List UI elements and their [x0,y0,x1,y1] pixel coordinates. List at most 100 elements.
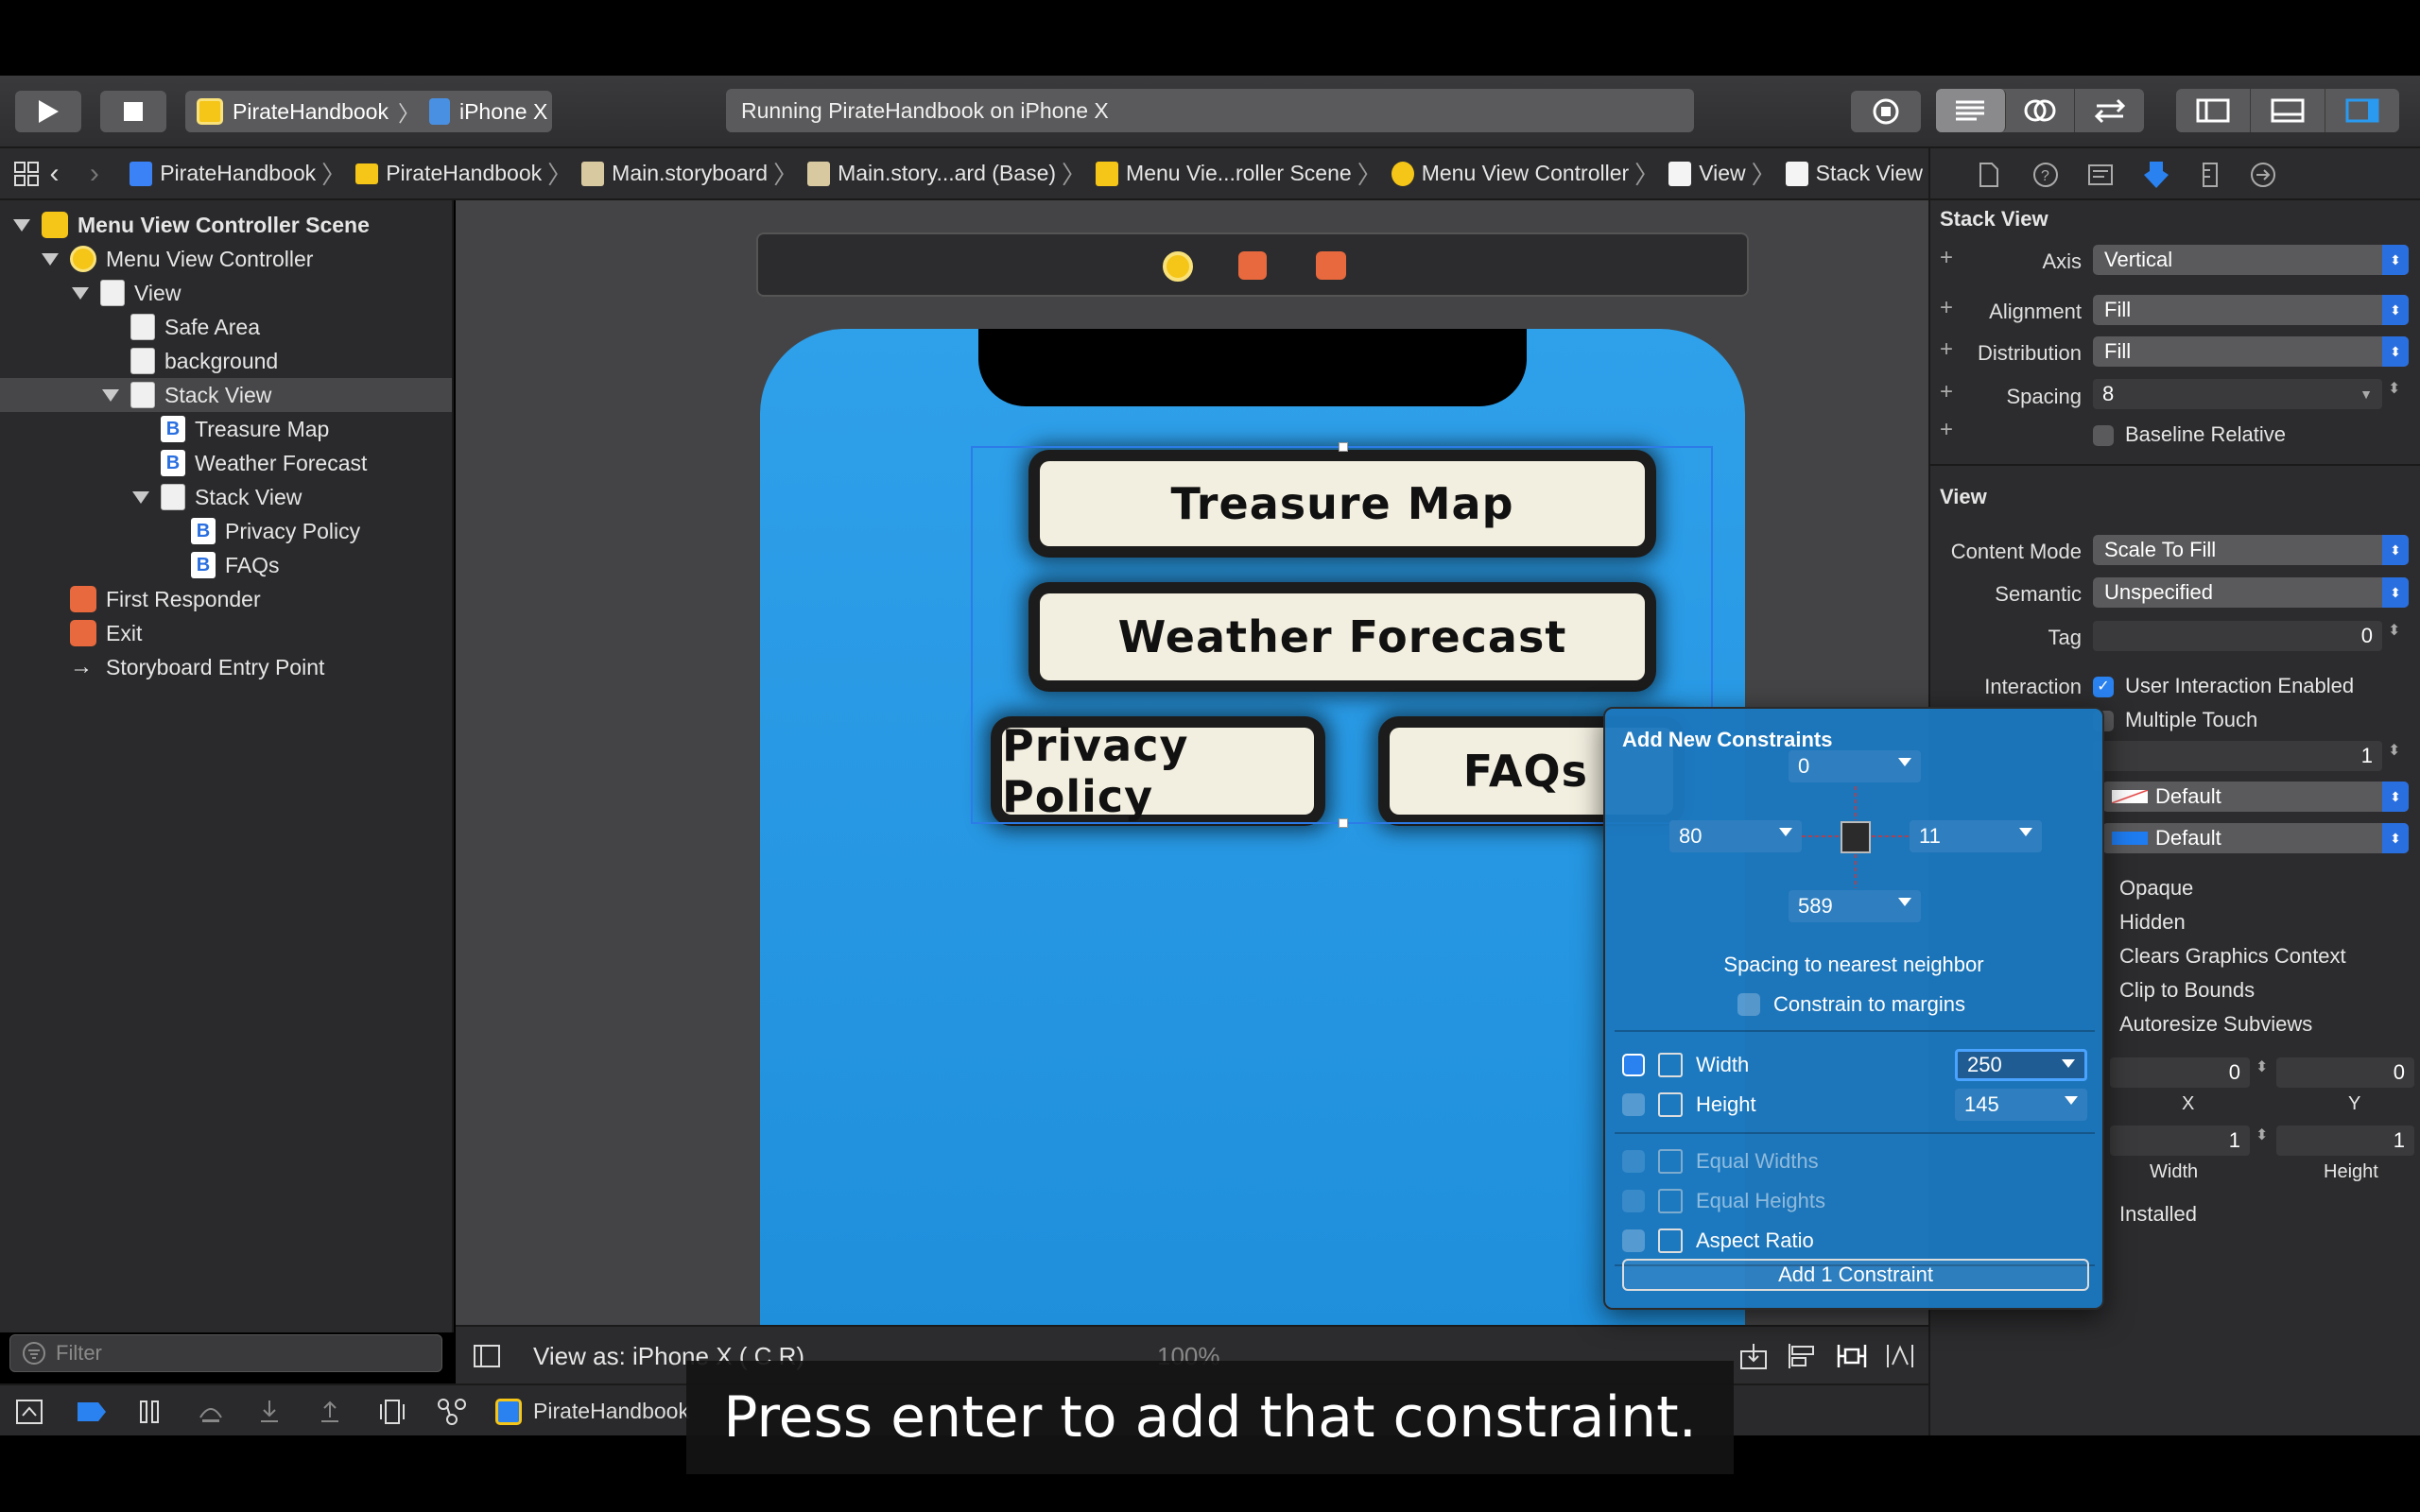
exit-icon[interactable] [1316,251,1346,280]
height-value-field[interactable]: 145 [1955,1089,2087,1121]
outline-row-menu-view-controller[interactable]: Menu View Controller [0,242,452,276]
resize-handle[interactable] [1339,818,1348,828]
outline-filter[interactable]: Filter [9,1334,442,1372]
related-items-button[interactable] [13,161,50,187]
embed-in-icon[interactable] [1739,1342,1768,1370]
outline-row-treasure-map[interactable]: B Treasure Map [0,412,452,446]
back-button[interactable]: ‹ [50,158,90,190]
plus-icon[interactable]: + [1940,417,1953,443]
disclosure-triangle-icon[interactable] [72,286,89,300]
stepper[interactable]: ⬍ [2256,1057,2268,1076]
step-into-icon[interactable] [257,1399,282,1425]
step-over-icon[interactable] [197,1399,225,1425]
autoresize-checkbox[interactable]: Autoresize Subviews [2119,1012,2312,1037]
multiple-touch-checkbox[interactable]: Multiple Touch [2093,708,2257,732]
breadcrumb-storyboard-base[interactable]: Main.story...ard (Base) [807,161,1056,186]
identity-inspector-icon[interactable] [2087,162,2114,188]
stretch-height-field[interactable]: 1 [2276,1125,2414,1156]
outline-row-view[interactable]: View [0,276,452,310]
outline-row-scene[interactable]: Menu View Controller Scene [0,208,452,242]
outline-row-stack-view[interactable]: Stack View [0,378,452,412]
resolve-issues-icon[interactable] [1885,1342,1915,1370]
alignment-select[interactable]: Fill ⬍ [2093,295,2409,325]
width-value-field[interactable]: 250 [1955,1049,2087,1081]
spacing-field[interactable]: 8 ▼ [2093,379,2382,409]
checkmark-icon[interactable]: ✓ [2093,677,2114,698]
checkbox[interactable] [1737,993,1760,1016]
connections-inspector-icon[interactable] [2250,162,2276,188]
forward-button[interactable]: › [90,158,130,190]
breakpoints-icon[interactable] [76,1400,108,1423]
disclosure-triangle-icon[interactable] [42,252,59,266]
aspect-ratio-row[interactable]: Aspect Ratio [1622,1225,1814,1257]
resize-handle[interactable] [1339,442,1348,452]
disclosure-triangle-icon[interactable] [13,218,30,232]
size-inspector-icon[interactable] [2201,162,2220,188]
stepper[interactable]: ⬍ [2388,621,2400,640]
outline-row-faqs[interactable]: B FAQs [0,548,452,582]
outline-row-first-responder[interactable]: First Responder [0,582,452,616]
distribution-select[interactable]: Fill ⬍ [2093,336,2409,367]
outline-row-entry-point[interactable]: → Storyboard Entry Point [0,650,452,684]
stepper[interactable]: ⬍ [2388,741,2400,760]
height-constraint-row[interactable]: Height [1622,1089,1756,1121]
constrain-margins-checkbox[interactable]: Constrain to margins [1737,992,1965,1017]
axis-select[interactable]: Vertical ⬍ [2093,245,2409,275]
inspector-toggle[interactable] [2325,89,2399,132]
view-hierarchy-icon[interactable] [378,1399,406,1425]
stepper[interactable]: ⬍ [2256,1125,2268,1144]
bottom-constraint-field[interactable]: 589 [1789,890,1921,922]
stretch-y-field[interactable]: 0 [2276,1057,2414,1088]
installed-checkbox[interactable]: Installed [2119,1202,2197,1227]
align-icon[interactable] [1787,1342,1817,1370]
version-editor-button[interactable] [2075,89,2144,132]
library-button[interactable] [1851,91,1921,132]
checkbox[interactable] [1622,1190,1645,1212]
equal-heights-row[interactable]: Equal Heights [1622,1185,1825,1217]
trailing-constraint-field[interactable]: 11 [1910,820,2042,852]
memory-graph-icon[interactable] [437,1397,467,1425]
pause-icon[interactable] [138,1399,163,1425]
outline-row-inner-stack-view[interactable]: Stack View [0,480,452,514]
tag-field[interactable]: 0 [2093,621,2382,651]
standard-editor-button[interactable] [1936,89,2006,132]
outline-row-weather-forecast[interactable]: B Weather Forecast [0,446,452,480]
add-constraints-icon[interactable] [1836,1342,1868,1370]
breadcrumb-scene[interactable]: Menu Vie...roller Scene [1096,161,1352,186]
outline-toggle-icon[interactable] [473,1344,501,1368]
stack-view-selection[interactable] [971,442,1713,828]
add-constraint-button[interactable]: Add 1 Constraint [1622,1259,2089,1291]
background-color-select[interactable]: Default ⬍ [2102,782,2409,812]
checkbox[interactable] [1622,1229,1645,1252]
run-button[interactable] [15,91,81,132]
disclosure-triangle-icon[interactable] [102,388,119,402]
assistant-editor-button[interactable] [2006,89,2076,132]
tint-color-select[interactable]: Default ⬍ [2102,823,2409,853]
breadcrumb-folder[interactable]: PirateHandbook [355,161,542,186]
stretch-x-field[interactable]: 0 [2110,1057,2250,1088]
leading-constraint-field[interactable]: 80 [1669,820,1802,852]
top-constraint-field[interactable]: 0 [1789,750,1921,782]
debug-toggle[interactable] [2251,89,2325,132]
outline-row-privacy-policy[interactable]: B Privacy Policy [0,514,452,548]
attributes-inspector-icon[interactable] [2142,160,2170,190]
first-responder-icon[interactable] [1238,251,1267,280]
checkbox[interactable] [1622,1150,1645,1173]
disclosure-triangle-icon[interactable] [132,490,149,504]
outline-row-safe-area[interactable]: Safe Area [0,310,452,344]
breadcrumb-view[interactable]: View [1668,161,1746,186]
hidden-checkbox[interactable]: Hidden [2119,910,2186,935]
breadcrumb-stack-view[interactable]: Stack View [1785,161,1923,186]
scheme-selector[interactable]: PirateHandbook 〉 iPhone X [185,91,552,132]
debug-app-label[interactable]: PirateHandbook [533,1399,689,1424]
breadcrumb-storyboard[interactable]: Main.storyboard [581,161,768,186]
navigator-toggle[interactable] [2176,89,2251,132]
checkmark-icon[interactable] [1622,1054,1645,1076]
width-constraint-row[interactable]: Width [1622,1049,1749,1081]
clears-context-checkbox[interactable]: Clears Graphics Context [2119,944,2346,969]
baseline-relative-checkbox[interactable]: Baseline Relative [2093,422,2286,447]
file-inspector-icon[interactable] [1978,162,2000,188]
breadcrumb-project[interactable]: PirateHandbook [130,161,316,186]
opaque-checkbox[interactable]: Opaque [2119,876,2193,901]
stop-button[interactable] [100,91,166,132]
